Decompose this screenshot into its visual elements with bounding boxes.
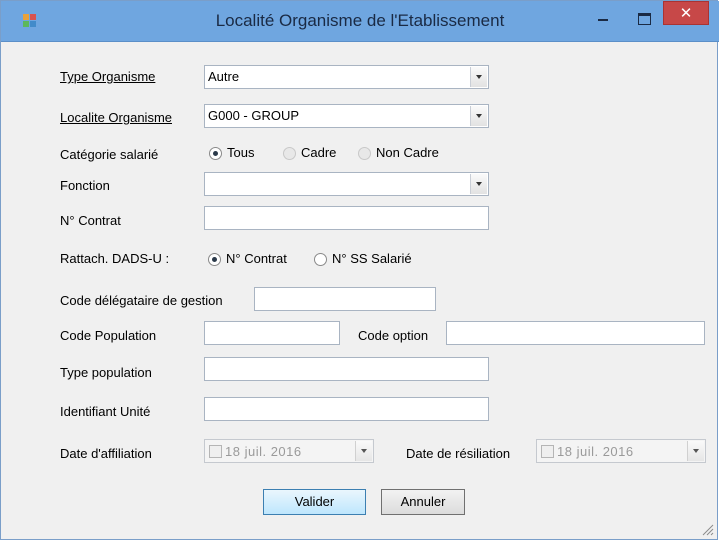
dialog-window: Localité Organisme de l'Etablissement ✕ … — [0, 0, 719, 540]
date-affiliation-checkbox[interactable] — [209, 445, 222, 458]
code-population-input[interactable] — [204, 321, 340, 345]
radio-cadre[interactable] — [283, 147, 296, 160]
code-delegataire-input[interactable] — [254, 287, 436, 311]
date-resiliation-label: Date de résiliation — [406, 446, 511, 461]
radio-n-contrat-label[interactable]: N° Contrat — [226, 251, 287, 266]
n-contrat-input[interactable] — [204, 206, 489, 230]
radio-tous[interactable] — [209, 147, 222, 160]
identifiant-unite-input[interactable] — [204, 397, 489, 421]
chevron-down-icon[interactable] — [687, 441, 704, 461]
localite-organisme-combo[interactable]: G000 - GROUP — [204, 104, 489, 128]
type-organisme-combo[interactable]: Autre — [204, 65, 489, 89]
code-delegataire-label: Code délégataire de gestion — [60, 293, 223, 308]
rattach-label: Rattach. DADS-U : — [60, 251, 170, 266]
type-population-input[interactable] — [204, 357, 489, 381]
code-population-label: Code Population — [60, 328, 157, 343]
radio-n-contrat[interactable] — [208, 253, 221, 266]
close-button[interactable]: ✕ — [663, 1, 709, 25]
radio-n-ss-salarie-label[interactable]: N° SS Salarié — [332, 251, 412, 266]
minimize-icon — [598, 19, 608, 21]
radio-tous-label[interactable]: Tous — [227, 145, 254, 160]
fonction-combo[interactable] — [204, 172, 489, 196]
close-icon: ✕ — [679, 5, 693, 22]
date-affiliation-label: Date d'affiliation — [60, 446, 152, 461]
valider-button[interactable]: Valider — [263, 489, 366, 515]
code-option-label: Code option — [358, 328, 429, 343]
radio-n-ss-salarie[interactable] — [314, 253, 327, 266]
chevron-down-icon[interactable] — [470, 174, 487, 194]
identifiant-unite-label: Identifiant Unité — [60, 404, 151, 419]
code-option-input[interactable] — [446, 321, 705, 345]
type-organisme-label[interactable]: Type Organisme — [60, 69, 155, 84]
type-population-label: Type population — [60, 365, 152, 380]
date-affiliation-picker[interactable]: 18 juil. 2016 — [204, 439, 374, 463]
date-resiliation-value: 18 juil. 2016 — [557, 444, 634, 459]
categorie-label: Catégorie salarié — [60, 147, 159, 162]
chevron-down-icon[interactable] — [355, 441, 372, 461]
date-resiliation-checkbox[interactable] — [541, 445, 554, 458]
resize-grip-icon[interactable] — [700, 522, 714, 536]
n-contrat-label: N° Contrat — [60, 213, 121, 228]
title-bar[interactable]: Localité Organisme de l'Etablissement ✕ — [1, 1, 719, 42]
localite-organisme-label[interactable]: Localite Organisme — [60, 110, 172, 125]
localite-organisme-value: G000 - GROUP — [208, 108, 300, 123]
radio-cadre-label[interactable]: Cadre — [301, 145, 336, 160]
minimize-button[interactable] — [588, 7, 618, 29]
chevron-down-icon[interactable] — [470, 67, 487, 87]
radio-non-cadre-label[interactable]: Non Cadre — [376, 145, 439, 160]
radio-non-cadre[interactable] — [358, 147, 371, 160]
maximize-icon — [637, 13, 651, 25]
chevron-down-icon[interactable] — [470, 106, 487, 126]
date-resiliation-picker[interactable]: 18 juil. 2016 — [536, 439, 706, 463]
maximize-button[interactable] — [629, 5, 659, 27]
annuler-button[interactable]: Annuler — [381, 489, 465, 515]
fonction-label: Fonction — [60, 178, 110, 193]
date-affiliation-value: 18 juil. 2016 — [225, 444, 302, 459]
type-organisme-value: Autre — [208, 69, 240, 84]
